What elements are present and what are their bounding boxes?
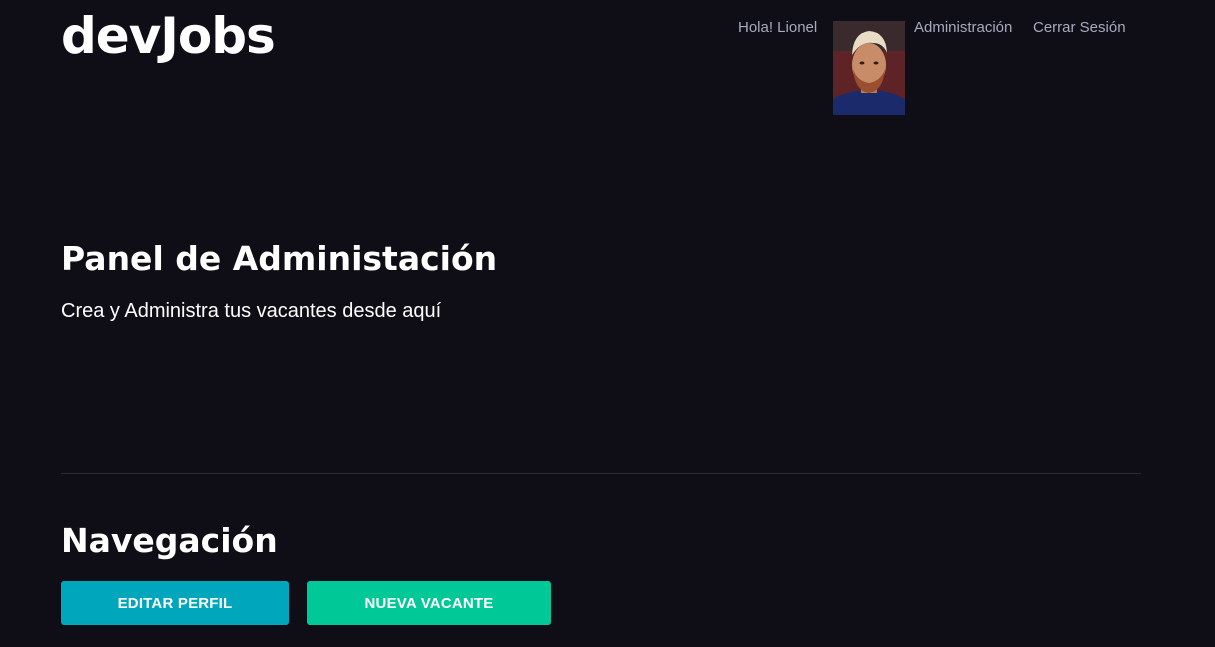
nav-link-administration[interactable]: Administración xyxy=(914,18,1012,38)
nav-link-logout[interactable]: Cerrar Sesión xyxy=(1033,18,1126,38)
new-vacancy-button[interactable]: NUEVA VACANTE xyxy=(307,581,551,625)
page-subtitle: Crea y Administra tus vacantes desde aqu… xyxy=(61,300,442,322)
navigation-heading: Navegación xyxy=(61,521,278,560)
section-divider xyxy=(61,473,1141,474)
greeting-text: Hola! Lionel xyxy=(738,19,818,36)
avatar-photo-icon xyxy=(833,21,905,115)
site-logo[interactable]: devJobs xyxy=(61,4,276,68)
page: devJobs Hola! Lionel Administración Cerr… xyxy=(0,0,1215,647)
edit-profile-button[interactable]: EDITAR PERFIL xyxy=(61,581,289,625)
user-avatar xyxy=(833,21,905,115)
page-title: Panel de Administación xyxy=(61,239,498,278)
